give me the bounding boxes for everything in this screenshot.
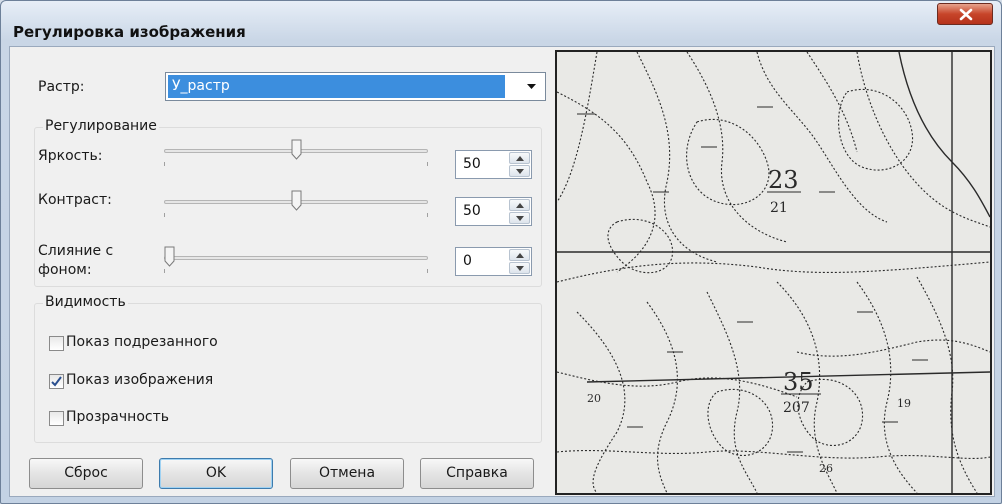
transparency-label[interactable]: Прозрачность xyxy=(66,409,169,425)
map-label: 23 xyxy=(768,166,799,194)
raster-select[interactable]: У_растр xyxy=(165,72,546,101)
contrast-slider-thumb[interactable] xyxy=(291,190,302,211)
contrast-label: Контраст: xyxy=(38,192,112,208)
arrow-down-icon xyxy=(516,169,524,174)
spin-up-button[interactable] xyxy=(509,249,530,261)
help-button[interactable]: Справка xyxy=(420,458,534,489)
raster-select-value: У_растр xyxy=(168,75,505,98)
close-icon xyxy=(959,8,973,21)
arrow-down-icon xyxy=(516,266,524,271)
slider-tick xyxy=(427,213,428,217)
dialog-window: Регулировка изображения Растр: У_растр Р… xyxy=(0,0,1002,504)
title-bar[interactable]: Регулировка изображения xyxy=(1,1,1001,41)
raster-label: Растр: xyxy=(38,79,85,95)
raster-preview-map: 23 21 35 207 19 20 26 xyxy=(557,52,990,493)
spin-up-button[interactable] xyxy=(509,199,530,211)
window-title: Регулировка изображения xyxy=(13,23,246,41)
blend-spin-buttons xyxy=(509,249,530,274)
raster-preview[interactable]: 23 21 35 207 19 20 26 xyxy=(555,50,992,495)
blend-slider[interactable] xyxy=(164,243,428,273)
brightness-value[interactable]: 50 xyxy=(463,151,481,178)
contrast-spinbox[interactable]: 50 xyxy=(455,197,532,226)
slider-tick xyxy=(427,269,428,273)
visibility-group-title: Видимость xyxy=(43,294,128,310)
map-label: 26 xyxy=(819,462,833,475)
map-label: 20 xyxy=(587,392,601,405)
reset-button[interactable]: Сброс xyxy=(29,458,143,489)
brightness-slider-thumb[interactable] xyxy=(291,139,302,160)
spin-down-button[interactable] xyxy=(509,165,530,177)
dialog-client: Растр: У_растр Регулирование Яркость: 50 xyxy=(9,46,995,497)
arrow-up-icon xyxy=(516,253,524,258)
slider-tick xyxy=(164,162,165,166)
slider-tick xyxy=(164,213,165,217)
map-label: 207 xyxy=(783,400,810,416)
arrow-up-icon xyxy=(516,156,524,161)
brightness-spin-buttons xyxy=(509,152,530,177)
map-label: 21 xyxy=(770,200,788,216)
slider-tick xyxy=(427,162,428,166)
transparency-checkbox[interactable] xyxy=(49,411,64,426)
adjust-group-title: Регулирование xyxy=(43,118,159,134)
ok-button[interactable]: OK xyxy=(159,458,273,489)
brightness-spinbox[interactable]: 50 xyxy=(455,150,532,179)
blend-value[interactable]: 0 xyxy=(463,248,472,275)
close-button[interactable] xyxy=(937,3,993,25)
map-label: 19 xyxy=(897,397,911,410)
show-image-checkbox[interactable] xyxy=(49,374,64,389)
spin-down-button[interactable] xyxy=(509,262,530,274)
spin-down-button[interactable] xyxy=(509,212,530,224)
slider-tick xyxy=(164,269,165,273)
show-clipped-label[interactable]: Показ подрезанного xyxy=(66,334,218,350)
blend-slider-thumb[interactable] xyxy=(164,246,175,267)
blend-label-line2: фоном: xyxy=(38,262,92,278)
blend-label-line1: Слияние с xyxy=(38,243,114,259)
brightness-label: Яркость: xyxy=(38,148,103,164)
arrow-up-icon xyxy=(516,203,524,208)
show-image-label[interactable]: Показ изображения xyxy=(66,372,213,388)
arrow-down-icon xyxy=(516,216,524,221)
blend-spinbox[interactable]: 0 xyxy=(455,247,532,276)
contrast-slider[interactable] xyxy=(164,187,428,217)
spin-up-button[interactable] xyxy=(509,152,530,164)
contrast-spin-buttons xyxy=(509,199,530,224)
checkmark-icon xyxy=(51,376,62,387)
slider-track xyxy=(164,256,428,260)
brightness-slider[interactable] xyxy=(164,136,428,166)
map-label: 35 xyxy=(783,368,814,396)
show-clipped-checkbox[interactable] xyxy=(49,336,64,351)
contrast-value[interactable]: 50 xyxy=(463,198,481,225)
chevron-down-icon[interactable] xyxy=(518,73,545,100)
cancel-button[interactable]: Отмена xyxy=(290,458,404,489)
